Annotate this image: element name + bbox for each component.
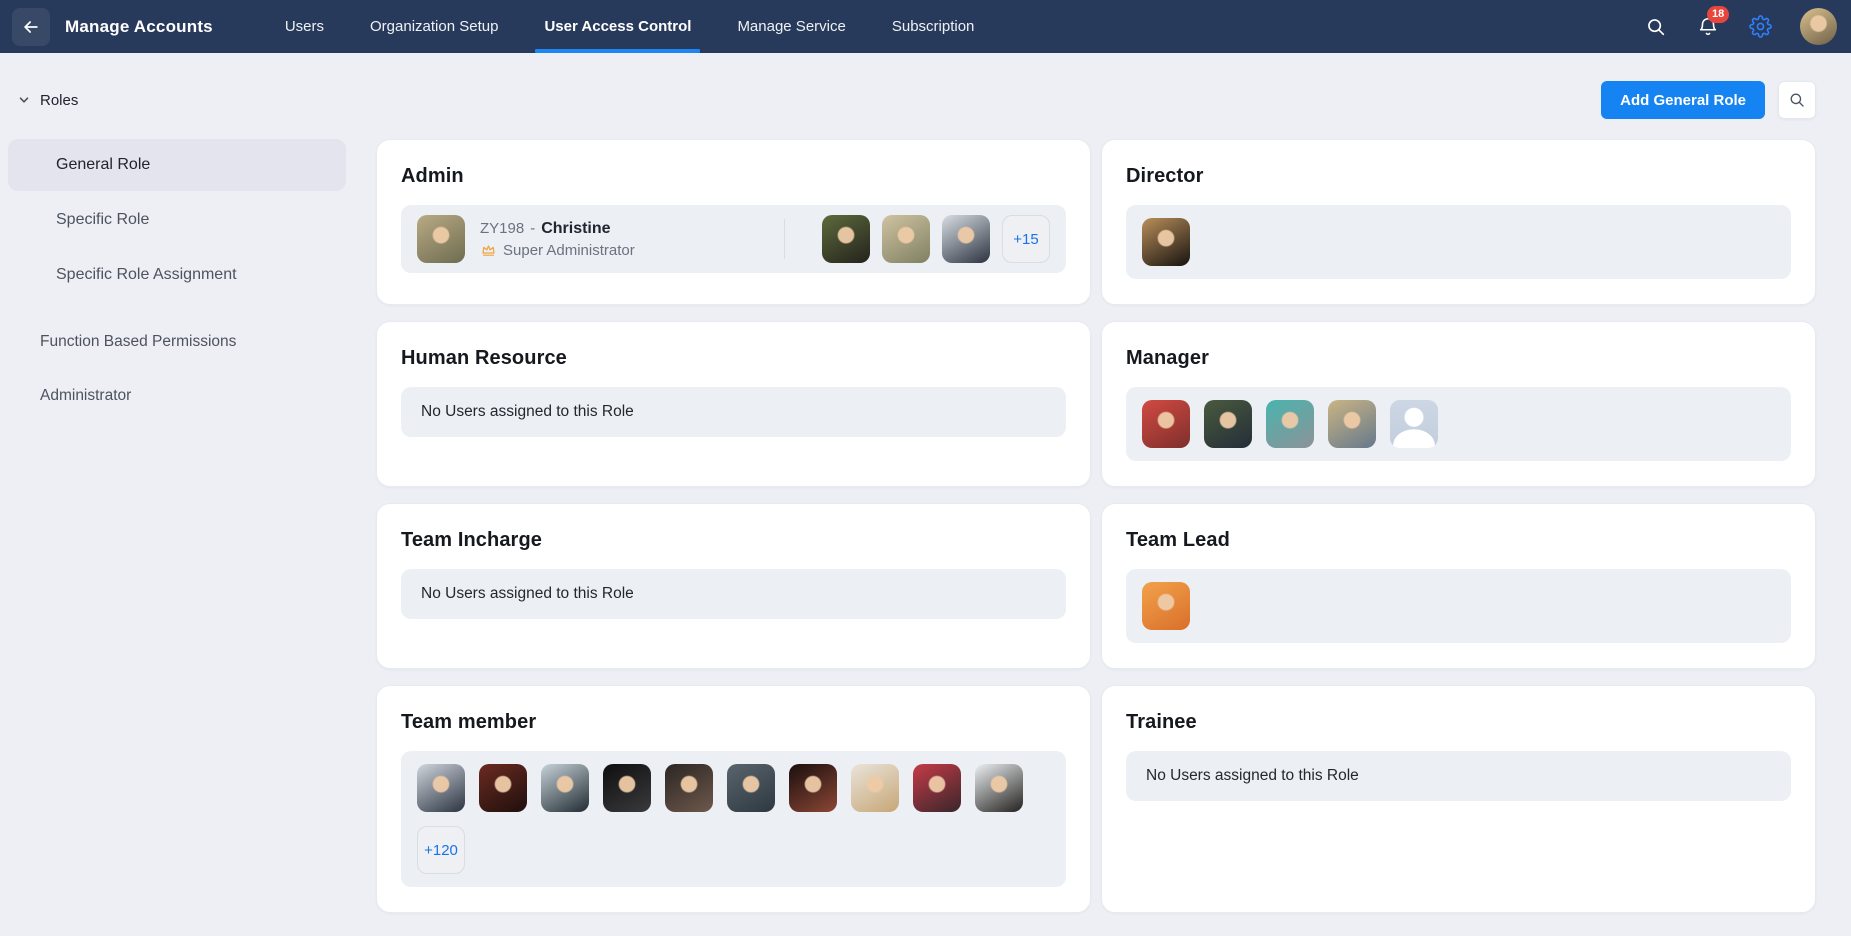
user-avatar[interactable] bbox=[1328, 400, 1376, 448]
tab-user-access-control[interactable]: User Access Control bbox=[535, 0, 701, 53]
user-meta: ZY198 - Christine Super Administrator bbox=[480, 220, 635, 259]
user-avatar[interactable] bbox=[942, 215, 990, 263]
user-avatar[interactable] bbox=[913, 764, 961, 812]
crown-icon bbox=[482, 244, 495, 256]
role-title: Human Resource bbox=[401, 347, 567, 369]
user-avatar[interactable] bbox=[665, 764, 713, 812]
role-card-admin: Admin ZY198 - Christine Super Administra… bbox=[376, 139, 1091, 305]
user-avatar[interactable] bbox=[417, 215, 465, 263]
role-card-team-member: Team member +120 bbox=[376, 685, 1091, 913]
user-avatar[interactable] bbox=[851, 764, 899, 812]
user-role-label: Super Administrator bbox=[503, 241, 635, 259]
role-card-manager: Manager bbox=[1101, 321, 1816, 487]
role-users-panel bbox=[1126, 205, 1791, 279]
roles-section-label: Roles bbox=[40, 91, 79, 109]
role-title: Team Lead bbox=[1126, 529, 1230, 551]
page-title: Manage Accounts bbox=[65, 16, 213, 36]
more-users-chip[interactable]: +15 bbox=[1002, 215, 1050, 263]
user-avatar[interactable] bbox=[727, 764, 775, 812]
role-title: Team member bbox=[401, 711, 537, 733]
role-users-panel: +120 bbox=[401, 751, 1066, 887]
sidebar: General Role Specific Role Specific Role… bbox=[0, 139, 346, 423]
tab-manage-service[interactable]: Manage Service bbox=[737, 0, 845, 53]
user-avatar[interactable] bbox=[1142, 218, 1190, 266]
notifications-bell-icon[interactable]: 18 bbox=[1696, 5, 1730, 39]
empty-role-panel: No Users assigned to this Role bbox=[1126, 751, 1791, 801]
tab-organization-setup[interactable]: Organization Setup bbox=[370, 0, 498, 53]
user-id: ZY198 bbox=[480, 219, 525, 237]
profile-avatar[interactable] bbox=[1800, 8, 1837, 45]
admin-other-users: +15 bbox=[822, 215, 1050, 263]
user-avatar[interactable] bbox=[1266, 400, 1314, 448]
empty-role-message: No Users assigned to this Role bbox=[1146, 767, 1359, 784]
sidebar-item-specific-role-assignment[interactable]: Specific Role Assignment bbox=[8, 249, 346, 301]
user-avatar[interactable] bbox=[789, 764, 837, 812]
user-avatar[interactable] bbox=[479, 764, 527, 812]
search-button[interactable] bbox=[1778, 81, 1816, 119]
user-avatar[interactable] bbox=[1142, 582, 1190, 630]
roles-section-toggle[interactable]: Roles bbox=[16, 92, 78, 109]
sidebar-item-function-based-permissions[interactable]: Function Based Permissions bbox=[8, 315, 346, 369]
back-button[interactable] bbox=[12, 7, 50, 46]
user-avatar[interactable] bbox=[1142, 400, 1190, 448]
sidebar-item-general-role[interactable]: General Role bbox=[8, 139, 346, 191]
user-avatar-placeholder[interactable] bbox=[1390, 400, 1438, 448]
user-avatar[interactable] bbox=[603, 764, 651, 812]
sidebar-item-administrator[interactable]: Administrator bbox=[8, 369, 346, 423]
manage-accounts-page: Manage Accounts Users Organization Setup… bbox=[0, 0, 1851, 936]
sidebar-item-specific-role[interactable]: Specific Role bbox=[8, 194, 346, 246]
arrow-left-icon bbox=[24, 20, 38, 33]
role-title: Director bbox=[1126, 165, 1204, 187]
empty-role-message: No Users assigned to this Role bbox=[421, 403, 634, 420]
chevron-down-icon bbox=[19, 97, 29, 103]
content-header: Roles Add General Role bbox=[0, 53, 1851, 139]
user-name: Christine bbox=[541, 219, 611, 237]
role-title: Team Incharge bbox=[401, 529, 542, 551]
header-actions: Add General Role bbox=[1601, 81, 1816, 119]
role-users-panel bbox=[1126, 569, 1791, 643]
role-card-team-lead: Team Lead bbox=[1101, 503, 1816, 669]
search-icon[interactable] bbox=[1644, 15, 1668, 39]
divider bbox=[784, 219, 785, 259]
role-title: Trainee bbox=[1126, 711, 1197, 733]
user-avatar[interactable] bbox=[882, 215, 930, 263]
more-users-chip[interactable]: +120 bbox=[417, 826, 465, 874]
notification-badge: 18 bbox=[1707, 5, 1730, 23]
empty-role-panel: No Users assigned to this Role bbox=[401, 569, 1066, 619]
roles-grid: Admin ZY198 - Christine Super Administra… bbox=[376, 139, 1816, 913]
role-card-trainee: Trainee No Users assigned to this Role bbox=[1101, 685, 1816, 913]
role-title: Manager bbox=[1126, 347, 1209, 369]
role-card-human-resource: Human Resource No Users assigned to this… bbox=[376, 321, 1091, 487]
add-general-role-button[interactable]: Add General Role bbox=[1601, 81, 1765, 119]
tab-users[interactable]: Users bbox=[285, 0, 324, 53]
role-card-director: Director bbox=[1101, 139, 1816, 305]
empty-role-message: No Users assigned to this Role bbox=[421, 585, 634, 602]
user-avatar[interactable] bbox=[417, 764, 465, 812]
user-avatar[interactable] bbox=[541, 764, 589, 812]
topbar: Manage Accounts Users Organization Setup… bbox=[0, 0, 1851, 53]
role-card-team-incharge: Team Incharge No Users assigned to this … bbox=[376, 503, 1091, 669]
empty-role-panel: No Users assigned to this Role bbox=[401, 387, 1066, 437]
topbar-actions: 18 bbox=[1644, 5, 1837, 45]
user-avatar[interactable] bbox=[975, 764, 1023, 812]
content-body: General Role Specific Role Specific Role… bbox=[0, 139, 1851, 913]
main-tabs: Users Organization Setup User Access Con… bbox=[285, 0, 1021, 53]
role-users-panel bbox=[1126, 387, 1791, 461]
tab-subscription[interactable]: Subscription bbox=[892, 0, 975, 53]
user-id-separator: - bbox=[530, 219, 536, 237]
user-avatar[interactable] bbox=[1204, 400, 1252, 448]
user-avatar[interactable] bbox=[822, 215, 870, 263]
settings-gear-icon[interactable] bbox=[1748, 15, 1772, 39]
search-icon bbox=[1790, 93, 1804, 107]
admin-primary-user-row[interactable]: ZY198 - Christine Super Administrator +1… bbox=[401, 205, 1066, 273]
role-title: Admin bbox=[401, 165, 464, 187]
